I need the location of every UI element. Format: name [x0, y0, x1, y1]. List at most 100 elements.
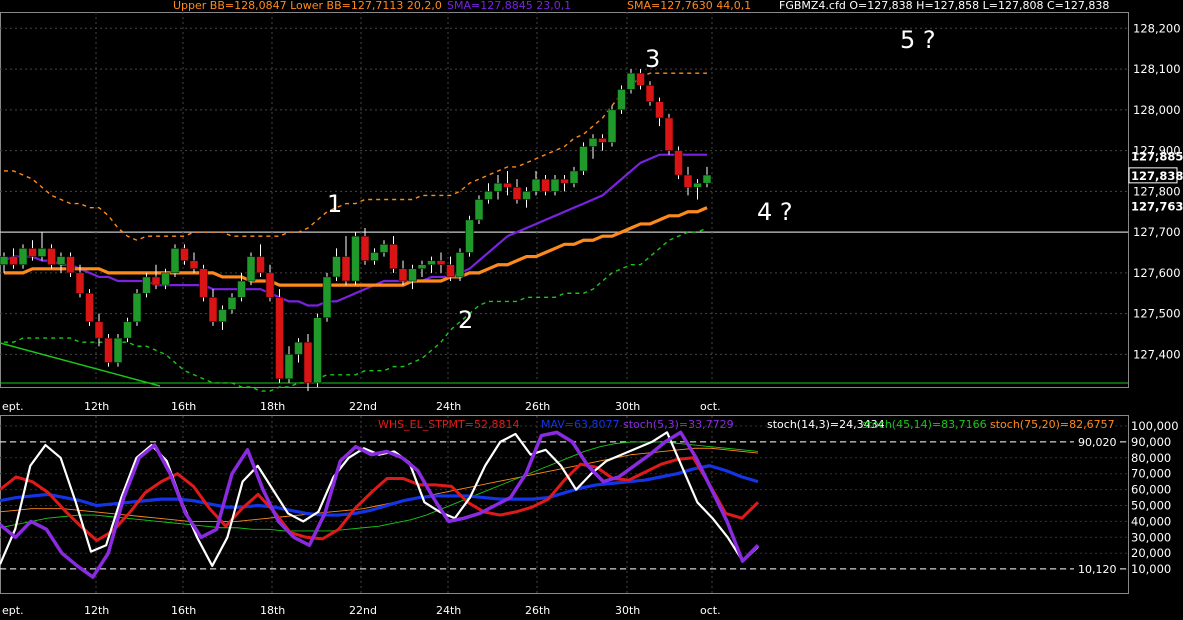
bb-legend: Upper BB=128,0847 Lower BB=127,7113 20,2… — [173, 0, 442, 12]
candle-body — [341, 256, 351, 282]
sma-fast-price-marker: 127,885 — [1131, 150, 1183, 164]
candle-body — [417, 264, 427, 270]
candle-body — [180, 248, 189, 261]
candle-body — [683, 174, 693, 188]
candle-body — [560, 178, 569, 184]
price-x-tick-label: 16th — [171, 400, 196, 413]
price-x-tick-label: 30th — [615, 400, 640, 413]
osc-x-tick-label: 12th — [84, 604, 109, 617]
candle-body — [626, 72, 636, 90]
stoch7520-legend: stoch(75,20)=82,6757 — [990, 418, 1115, 431]
candle-body — [389, 244, 398, 270]
candle-body — [113, 337, 123, 363]
candle-body — [227, 297, 237, 310]
candle-body — [142, 276, 151, 294]
candle-body — [246, 256, 256, 282]
candle-body — [522, 191, 531, 200]
candle-body — [170, 248, 180, 274]
candle-body — [474, 199, 484, 221]
price-y-axis: 128,200128,100128,000127,900127,800127,7… — [1128, 21, 1183, 361]
candle-body — [674, 150, 683, 176]
osc-y-tick-label: 60,000 — [1131, 483, 1171, 497]
candle-body — [199, 268, 208, 298]
candle-body — [664, 117, 674, 151]
candle-body — [436, 260, 446, 265]
candle-body — [104, 337, 113, 363]
stoch4514-legend: stoch(45,14)=83,7166 — [862, 418, 987, 431]
sma-fast-legend: SMA=127,8845 23,0,1 — [447, 0, 571, 12]
candle-body — [408, 268, 417, 282]
osc-x-tick-label: 26th — [525, 604, 550, 617]
candle-body — [322, 276, 332, 318]
price-y-tick-label: 128,000 — [1133, 103, 1181, 117]
candle-body — [465, 219, 474, 253]
price-y-tick-label: 128,100 — [1133, 62, 1181, 76]
osc-y-tick-label: 100,000 — [1131, 419, 1179, 433]
candle-body — [588, 138, 598, 147]
osc-y-tick-label: 30,000 — [1131, 530, 1171, 544]
candle-body — [208, 297, 218, 323]
candle-body — [351, 235, 360, 282]
price-y-tick-label: 127,600 — [1133, 266, 1181, 280]
osc-x-tick-label: oct. — [700, 604, 721, 617]
price-y-tick-label: 128,200 — [1133, 21, 1181, 35]
candle-body — [132, 293, 142, 323]
osc-x-tick-label: 30th — [615, 604, 640, 617]
candle-body — [512, 187, 522, 200]
price-x-tick-label: oct. — [700, 400, 721, 413]
osc-x-tick-label: 18th — [260, 604, 285, 617]
candle-body — [493, 182, 503, 192]
price-x-tick-label: 26th — [525, 400, 550, 413]
candle-body — [189, 260, 199, 270]
osc-reference-label: 10,120 — [1078, 563, 1117, 576]
price-y-tick-label: 127,800 — [1133, 184, 1181, 198]
osc-y-tick-label: 70,000 — [1131, 467, 1171, 481]
price-x-tick-label: ept. — [2, 400, 24, 413]
candle-body — [427, 260, 436, 265]
osc-reference-label: 90,020 — [1078, 436, 1117, 449]
candle-body — [313, 317, 322, 384]
candle-body — [151, 276, 161, 286]
osc-y-tick-label: 10,000 — [1131, 562, 1171, 576]
osc-x-tick-label: ept. — [2, 604, 24, 617]
candle-body — [607, 109, 617, 143]
candle-body — [398, 268, 408, 282]
price-x-tick-label: 22nd — [349, 400, 377, 413]
candle-body — [579, 146, 588, 172]
candle-body — [598, 138, 607, 143]
candle-body — [9, 256, 18, 265]
ohlc-legend: FGBMZ4.cfd O=127,838 H=127,858 L=127,808… — [779, 0, 1109, 12]
candle-body — [541, 178, 550, 192]
wave-label-3: 3 — [645, 45, 660, 73]
candle-body — [275, 297, 284, 380]
osc-y-tick-label: 80,000 — [1131, 451, 1171, 465]
candle-body — [455, 252, 465, 278]
wave-label-5: 5 ? — [900, 26, 936, 54]
candle-body — [655, 101, 664, 119]
price-x-tick-label: 24th — [436, 400, 461, 413]
candle-body — [218, 309, 227, 323]
candle-body — [531, 178, 541, 192]
stoch53-legend: stoch(5,3)=33,7729 — [623, 418, 734, 431]
candle-body — [56, 256, 66, 265]
osc-y-tick-label: 90,000 — [1131, 435, 1171, 449]
candle-body — [294, 341, 303, 355]
candle-body — [370, 252, 379, 261]
osc-y-tick-label: 20,000 — [1131, 546, 1171, 560]
osc-y-tick-label: 50,000 — [1131, 499, 1171, 513]
candle-body — [256, 256, 265, 274]
candle-body — [303, 341, 313, 384]
price-x-tick-label: 12th — [84, 400, 109, 413]
price-x-axis: ept. 12th 16th 18th 22nd 24th 26th 30th oct. — [2, 400, 721, 413]
price-x-tick-label: 18th — [260, 400, 285, 413]
candle-body — [85, 293, 94, 323]
candle-body — [161, 272, 170, 286]
candle-body — [569, 170, 579, 184]
wave-label-2: 2 — [458, 306, 473, 334]
osc-x-tick-label: 24th — [436, 604, 461, 617]
mav-legend: MAV=63,8077 — [541, 418, 620, 431]
chart-canvas: 90,02010,120 128,200128,100128,000127,90… — [0, 0, 1183, 617]
osc-x-tick-label: 16th — [171, 604, 196, 617]
last-price-marker: 127,838 — [1131, 169, 1183, 183]
candle-body — [360, 235, 370, 261]
